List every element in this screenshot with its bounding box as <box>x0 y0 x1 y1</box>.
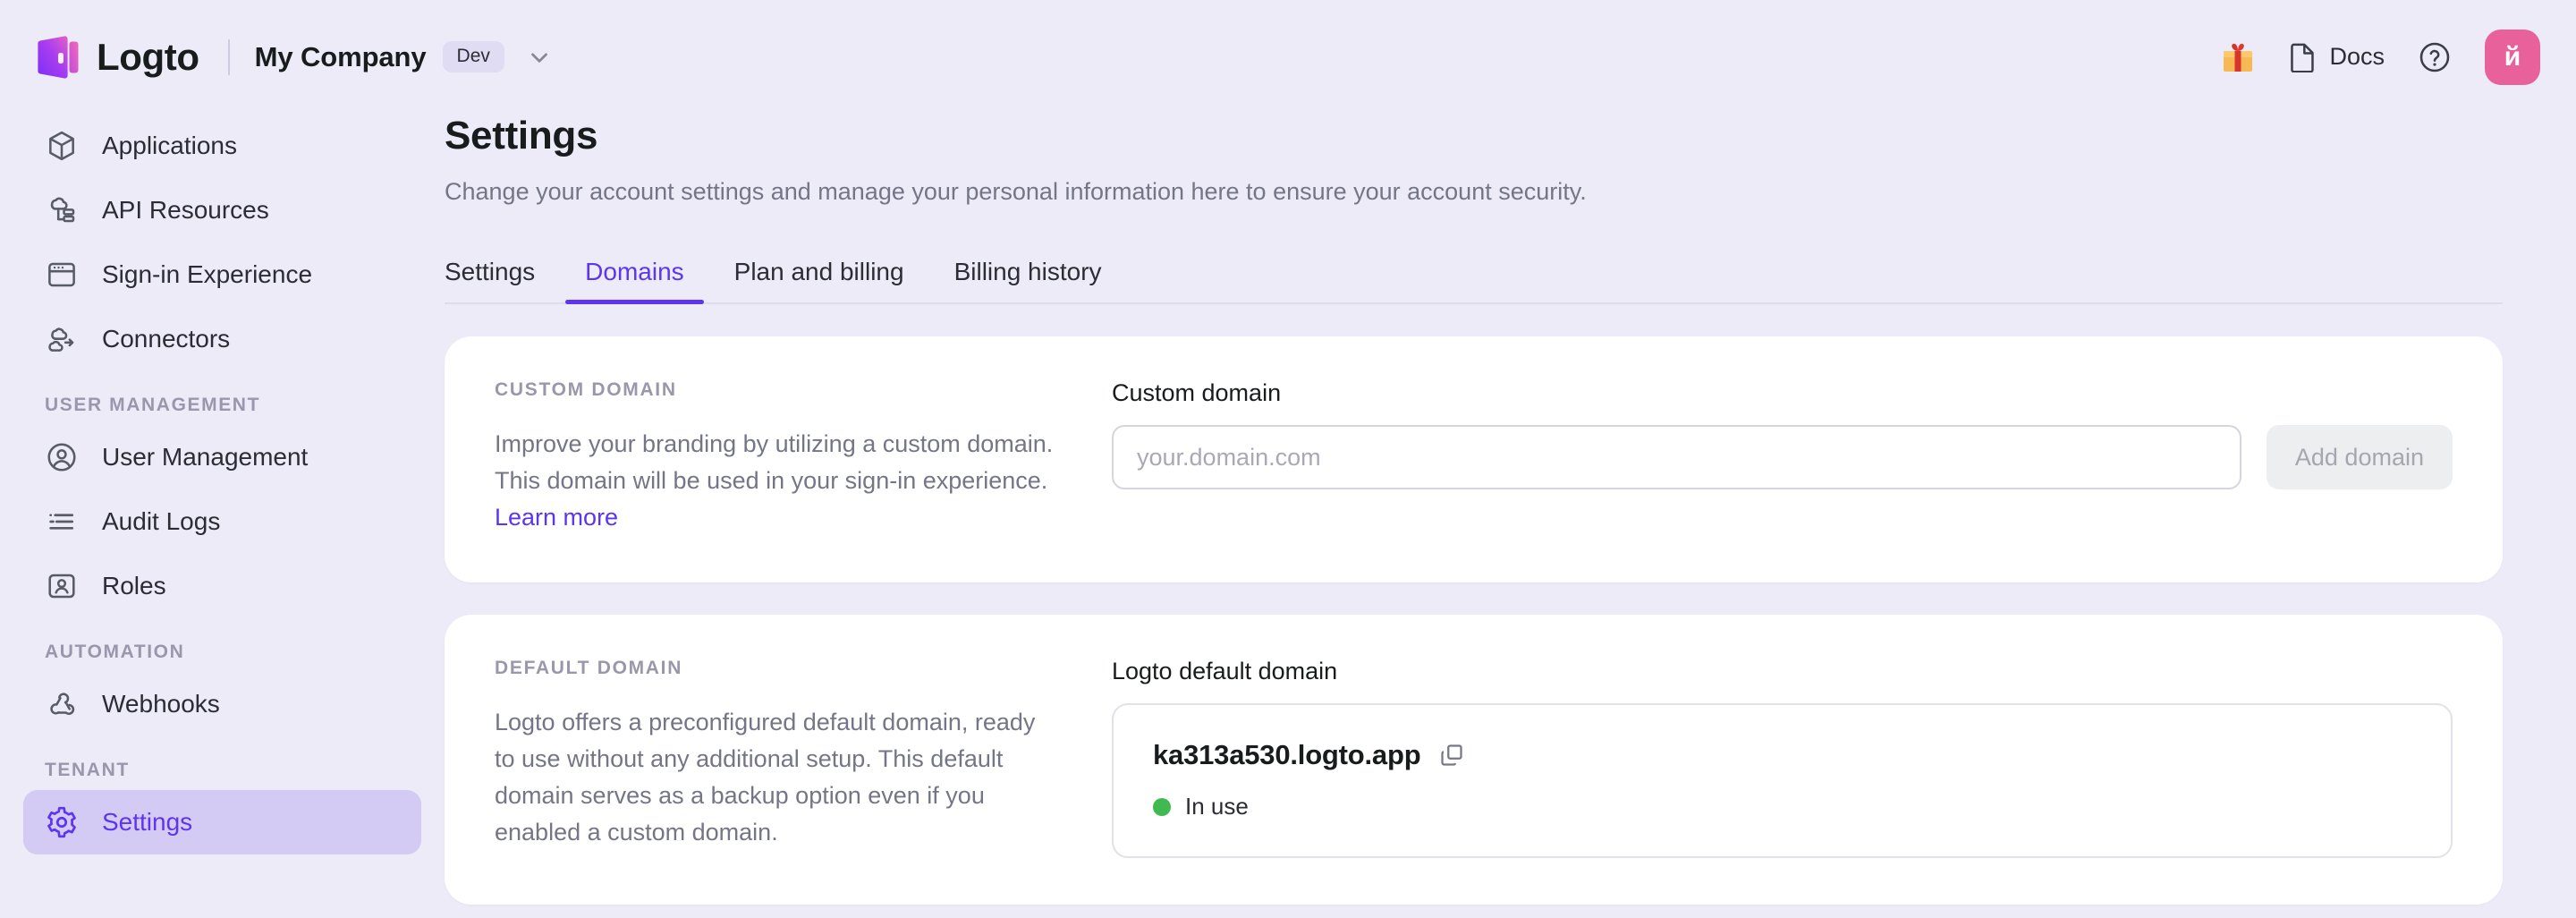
default-domain-value: ka313a530.logto.app <box>1153 739 1420 771</box>
sidebar-item-audit-logs[interactable]: Audit Logs <box>23 489 421 554</box>
app-root: Logto My Company Dev <box>0 0 2576 918</box>
custom-domain-card: Custom domain Improve your branding by u… <box>445 336 2503 582</box>
page-subtitle: Change your account settings and manage … <box>445 178 2503 206</box>
tab-billing-history[interactable]: Billing history <box>929 258 1127 302</box>
user-circle-icon <box>45 440 79 474</box>
sidebar-group-title-tenant: Tenant <box>23 760 421 781</box>
list-icon <box>45 505 79 539</box>
sidebar-item-sign-in-experience[interactable]: Sign-in Experience <box>23 242 421 307</box>
sidebar-item-label: Audit Logs <box>102 507 220 536</box>
roles-icon <box>45 569 79 603</box>
sidebar-group-title-automation: Automation <box>23 642 421 663</box>
tenant-env-badge: Dev <box>443 41 504 72</box>
sidebar-item-label: Roles <box>102 572 166 600</box>
header-divider <box>228 39 230 75</box>
default-domain-description: Logto offers a preconfigured default dom… <box>495 704 1058 851</box>
sidebar-item-api-resources[interactable]: API Resources <box>23 178 421 242</box>
connectors-icon <box>45 322 79 356</box>
default-domain-card-info: Default domain Logto offers a preconfigu… <box>495 658 1112 858</box>
sidebar-item-label: Settings <box>102 808 192 837</box>
brand[interactable]: Logto <box>38 34 199 81</box>
top-bar-actions: Docs й <box>2220 30 2540 85</box>
custom-domain-card-info: Custom domain Improve your branding by u… <box>495 379 1112 536</box>
tab-domains[interactable]: Domains <box>560 258 708 302</box>
sidebar-item-webhooks[interactable]: Webhooks <box>23 672 421 736</box>
page-title: Settings <box>445 114 2503 158</box>
sidebar-item-label: API Resources <box>102 196 269 225</box>
chevron-down-icon <box>526 44 553 71</box>
custom-domain-input[interactable] <box>1112 425 2241 489</box>
cube-icon <box>45 129 79 163</box>
custom-domain-card-form: Custom domain Add domain <box>1112 379 2453 536</box>
default-domain-status: In use <box>1153 793 2411 820</box>
custom-domain-field-label: Custom domain <box>1112 379 2453 407</box>
sidebar-item-settings[interactable]: Settings <box>23 790 421 854</box>
avatar[interactable]: й <box>2485 30 2540 85</box>
browser-window-icon <box>45 258 79 292</box>
brand-name: Logto <box>97 38 199 76</box>
tenant-name: My Company <box>255 41 427 73</box>
document-icon <box>2290 42 2317 72</box>
sidebar-item-label: Sign-in Experience <box>102 260 312 289</box>
sidebar: Applications API Resources <box>0 114 445 918</box>
tab-plan-and-billing[interactable]: Plan and billing <box>709 258 929 302</box>
tab-bar: Settings Domains Plan and billing Billin… <box>445 245 2503 304</box>
docs-link[interactable]: Docs <box>2290 42 2385 72</box>
default-domain-box: ka313a530.logto.app In use <box>1112 703 2453 858</box>
default-domain-card-value: Logto default domain ka313a530.logto.app <box>1112 658 2453 858</box>
webhook-icon <box>45 687 79 721</box>
sidebar-group-title-user-management: User Management <box>23 395 421 416</box>
default-domain-row: ka313a530.logto.app <box>1153 739 2411 771</box>
learn-more-link[interactable]: Learn more <box>495 504 618 531</box>
docs-label: Docs <box>2329 43 2385 71</box>
logto-logo-icon <box>38 34 79 81</box>
gear-icon <box>45 805 79 839</box>
custom-domain-description: Improve your branding by utilizing a cus… <box>495 426 1058 536</box>
sidebar-item-label: Applications <box>102 132 237 160</box>
status-dot-icon <box>1153 798 1171 816</box>
tenant-switcher[interactable]: My Company Dev <box>255 41 553 73</box>
copy-icon[interactable] <box>1438 742 1465 769</box>
sidebar-item-applications[interactable]: Applications <box>23 114 421 178</box>
custom-domain-field-row: Add domain <box>1112 425 2453 489</box>
sidebar-item-roles[interactable]: Roles <box>23 554 421 618</box>
custom-domain-description-text: Improve your branding by utilizing a cus… <box>495 430 1053 494</box>
tab-settings[interactable]: Settings <box>419 258 560 302</box>
question-circle-icon[interactable] <box>2419 41 2451 73</box>
status-badge: In use <box>1185 793 1249 820</box>
sidebar-item-label: Webhooks <box>102 690 220 718</box>
gift-icon[interactable] <box>2220 39 2256 75</box>
sidebar-item-user-management[interactable]: User Management <box>23 425 421 489</box>
main-content: Settings Change your account settings an… <box>445 114 2576 918</box>
default-domain-card: Default domain Logto offers a preconfigu… <box>445 615 2503 905</box>
sidebar-item-connectors[interactable]: Connectors <box>23 307 421 371</box>
api-resource-icon <box>45 193 79 227</box>
add-domain-button[interactable]: Add domain <box>2267 425 2453 489</box>
default-domain-eyebrow: Default domain <box>495 658 1058 679</box>
top-bar: Logto My Company Dev <box>0 0 2576 114</box>
sidebar-item-label: Connectors <box>102 325 230 353</box>
custom-domain-eyebrow: Custom domain <box>495 379 1058 401</box>
default-domain-field-label: Logto default domain <box>1112 658 2453 685</box>
sidebar-item-label: User Management <box>102 443 308 472</box>
